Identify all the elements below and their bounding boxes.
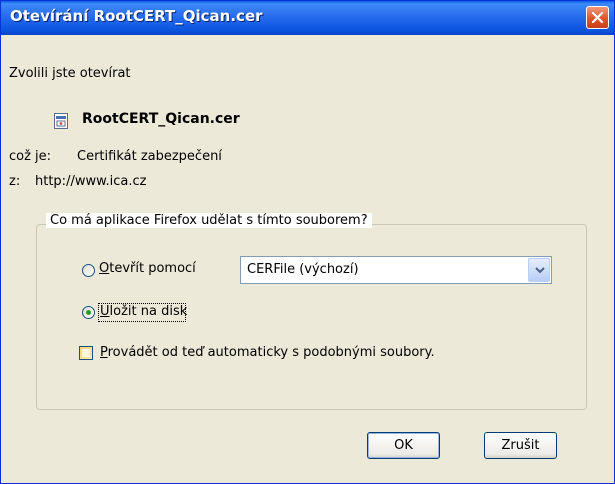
open-with-label-rest: tevřít pomocí [109,261,196,276]
close-icon [591,11,604,24]
application-select-value: CERFile (výchozí) [247,262,359,277]
file-name: RootCERT_Qican.cer [82,111,240,127]
window-title: Otevírání RootCERT_Qican.cer [10,7,263,25]
save-to-disk-accesskey: U [100,304,110,319]
from-value: http://www.ica.cz [35,174,147,189]
open-with-accesskey: O [99,261,110,276]
title-bar[interactable]: Otevírání RootCERT_Qican.cer [1,1,614,35]
save-to-disk-label[interactable]: Uložit na disk [100,304,187,319]
certificate-file-icon [54,113,68,129]
auto-action-label-rest: rovádět od teď automaticky s podobnými s… [107,345,435,360]
open-with-radio[interactable] [82,264,95,277]
auto-action-checkbox[interactable] [79,346,93,360]
auto-action-label[interactable]: Provádět od teď automaticky s podobnými … [100,345,435,360]
chevron-down-icon [535,267,545,274]
application-select[interactable]: CERFile (výchozí) [240,256,552,284]
cancel-button[interactable]: Zrušit [484,432,557,459]
type-value: Certifikát zabezpečení [77,149,222,164]
application-select-button[interactable] [528,258,550,282]
open-with-label[interactable]: Otevřít pomocí [99,261,196,276]
save-to-disk-radio[interactable] [82,306,95,319]
intro-text: Zvolili jste otevírat [9,66,131,81]
action-group-legend: Co má aplikace Firefox udělat s tímto so… [46,213,372,228]
from-label: z: [9,174,21,189]
type-label: což je: [9,149,52,164]
auto-action-accesskey: P [100,345,108,360]
ok-button[interactable]: OK [367,432,440,459]
save-to-disk-label-rest: ložit na disk [109,304,188,319]
radio-selected-dot [86,310,91,315]
close-button[interactable] [586,6,609,29]
